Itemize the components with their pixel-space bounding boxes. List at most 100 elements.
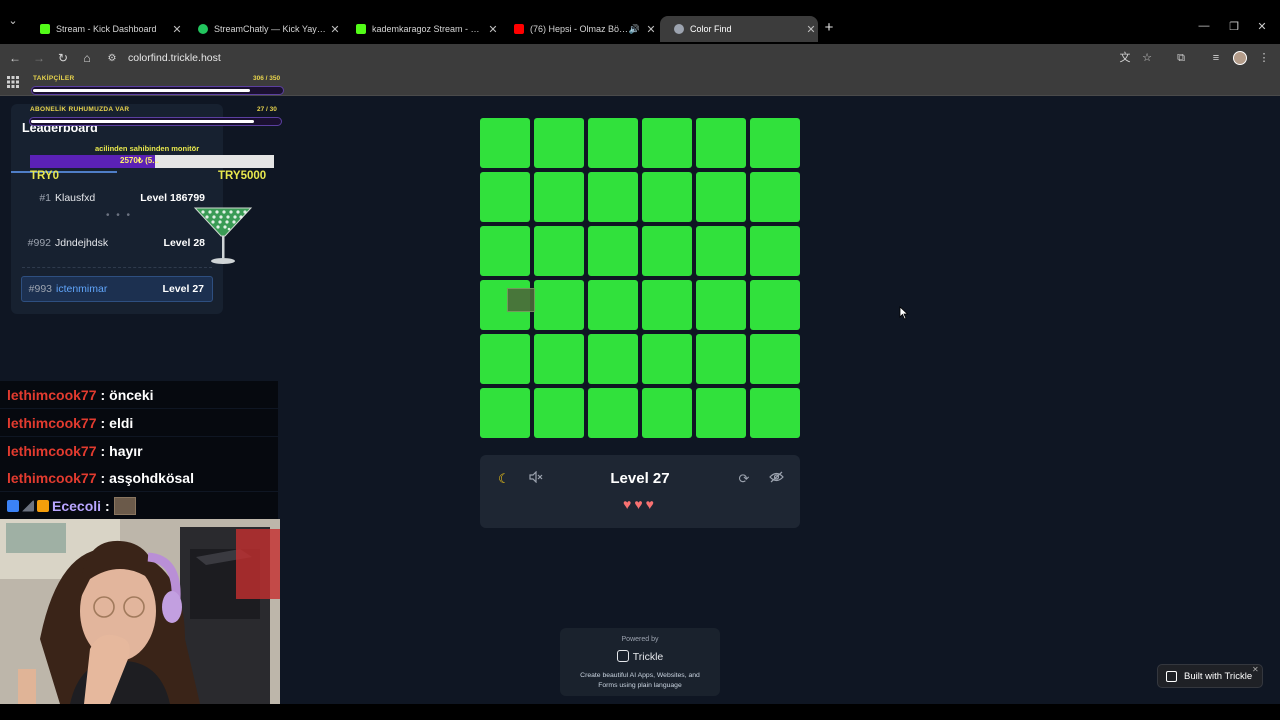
grid-cell[interactable] [642,388,692,438]
grid-cell[interactable] [642,226,692,276]
grid-cell[interactable] [696,118,746,168]
grid-cell[interactable] [750,172,800,222]
speaker-icon[interactable]: 🔊 [629,24,640,35]
chat-emote [113,496,136,515]
crown-badge-icon [37,499,49,512]
close-tab-icon[interactable]: ✕ [170,23,184,36]
grid-cell[interactable] [534,280,584,330]
grid-cell[interactable] [642,172,692,222]
leaderboard-level: Level 186799 [140,192,205,204]
chat-text: asşohdkösal [109,469,194,486]
grid-cell[interactable] [696,280,746,330]
menu-kebab-icon[interactable]: ⋮ [1255,49,1273,67]
bookmark-star-icon[interactable]: ☆ [1138,49,1156,67]
donation-goal-min: TRY0 [30,170,59,182]
cube-badge-icon [7,499,19,512]
address-bar[interactable]: ⚙ colorfind.trickle.host [104,47,1104,69]
grid-cell[interactable] [642,280,692,330]
grid-cell[interactable] [480,334,530,384]
grid-cell[interactable] [642,334,692,384]
leaderboard-ellipsis: • • • [106,210,133,221]
tab-title: Stream - Kick Dashboard [56,24,157,34]
grid-cell[interactable] [534,334,584,384]
grid-cell[interactable] [480,118,530,168]
built-with-trickle-button[interactable]: Built with Trickle [1157,664,1263,688]
grid-cell[interactable] [588,388,638,438]
close-tab-icon[interactable]: ✕ [644,23,658,36]
tab-title: kademkaragoz Stream - Watch [372,24,486,34]
grid-cell[interactable] [696,226,746,276]
grid-cell[interactable] [588,172,638,222]
forward-icon[interactable]: → [30,49,48,67]
grid-cell[interactable] [750,334,800,384]
new-tab-icon[interactable]: + [822,20,836,36]
chat-text: önceki [109,386,154,403]
restore-icon[interactable]: ❐ [1224,20,1244,36]
trickle-brand: Trickle [560,650,720,663]
grid-cell[interactable] [750,280,800,330]
chat-separator: : [100,442,106,459]
grid-cell[interactable] [480,388,530,438]
apps-grid-icon[interactable] [7,76,21,90]
tab-streamchatly[interactable]: StreamChatly — Kick Yayıncıları ✕ [184,16,342,42]
media-controls-icon[interactable]: ≡ [1207,49,1225,67]
grid-cell[interactable] [534,388,584,438]
leaderboard-row: #992 Jdndejhdsk Level 28 [21,230,213,256]
globe-favicon-icon [674,24,684,34]
reload-icon[interactable]: ↻ [54,49,72,67]
tab-color-find[interactable]: Color Find ✕ [660,16,818,42]
chat-text: eldi [109,414,134,431]
grid-cell[interactable] [480,226,530,276]
leaderboard-row: #1 Klausfxd Level 186799 [21,185,213,211]
chat-separator: : [100,469,106,486]
tab-kademkaragoz[interactable]: kademkaragoz Stream - Watch ✕ [342,16,500,42]
grid-cell[interactable] [750,388,800,438]
stream-emote-overlay [507,288,535,312]
extensions-icon[interactable]: ⧉ [1172,49,1190,67]
close-tab-icon[interactable]: ✕ [328,23,342,36]
home-icon[interactable]: ⌂ [78,49,96,67]
grid-cell[interactable] [480,172,530,222]
followers-goal-count: 306 / 350 [253,75,281,82]
grid-cell[interactable] [534,118,584,168]
hide-eye-slash-icon[interactable] [765,469,787,489]
chat-separator: : [100,414,106,431]
grid-cell[interactable] [534,226,584,276]
subs-goal-count: 27 / 30 [257,106,277,113]
chat-username: lethimcook77 [7,469,97,486]
profile-avatar[interactable] [1233,51,1247,65]
tab-youtube-music[interactable]: (76) Hepsi - Olmaz Böyle Sevd 🔊 ✕ [500,16,658,42]
leaderboard-rank: #1 [39,192,51,204]
bottom-edge [0,704,1280,720]
grid-cell[interactable] [588,226,638,276]
leaderboard-rank: #992 [27,237,51,249]
powered-by-card[interactable]: Powered by Trickle Create beautiful AI A… [560,628,720,696]
grid-cell[interactable] [534,172,584,222]
restart-icon[interactable]: ⟳ [733,469,755,489]
grid-cell[interactable] [750,226,800,276]
close-window-icon[interactable]: ✕ [1252,20,1272,36]
grid-cell[interactable] [696,334,746,384]
grid-cell[interactable] [588,280,638,330]
grid-cell[interactable] [696,388,746,438]
grid-cell[interactable] [642,118,692,168]
kick-favicon-icon [356,24,366,34]
minimize-icon[interactable]: — [1194,20,1214,36]
grid-cell[interactable] [696,172,746,222]
grid-cell[interactable] [588,334,638,384]
grid-cell[interactable] [588,118,638,168]
grid-cell[interactable] [750,118,800,168]
translate-icon[interactable]: 文 [1116,49,1134,67]
close-tab-icon[interactable]: ✕ [486,23,500,36]
site-info-icon[interactable]: ⚙ [104,53,120,64]
tab-kick-dashboard[interactable]: Stream - Kick Dashboard ✕ [26,16,184,42]
tab-search-chevron-icon[interactable]: ⌄ [0,14,26,32]
tab-title: StreamChatly — Kick Yayıncıları [214,24,328,34]
dismiss-badge-icon[interactable]: ✕ [1252,665,1259,674]
trickle-brand-name: Trickle [632,651,664,663]
close-tab-icon[interactable]: ✕ [804,23,818,36]
address-toolbar: ← → ↻ ⌂ ⚙ colorfind.trickle.host 文 ☆ ⧉ ≡… [0,44,1280,72]
built-with-label: Built with Trickle [1184,670,1253,682]
back-icon[interactable]: ← [6,49,24,67]
martini-glass-icon [193,207,253,264]
